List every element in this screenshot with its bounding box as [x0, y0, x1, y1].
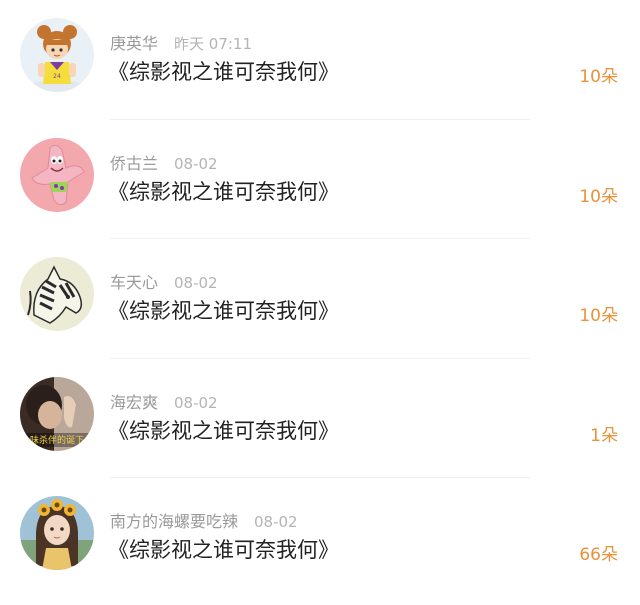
- timestamp: 08-02: [174, 274, 218, 292]
- svg-text:24: 24: [53, 73, 61, 80]
- username[interactable]: 南方的海螺要吃辣: [110, 512, 238, 531]
- book-title[interactable]: 《综影视之谁可奈我何》: [108, 295, 339, 325]
- record-meta: 海宏爽 08-02: [110, 389, 218, 413]
- list-item[interactable]: 南方的海螺要吃辣 08-02 《综影视之谁可奈我何》 66朵: [0, 478, 640, 598]
- patrick-star-avatar-icon: [20, 137, 94, 212]
- list-item[interactable]: 味杀伴的诞下 海宏爽 08-02 《综影视之谁可奈我何》 1朵: [0, 359, 640, 479]
- user-avatar[interactable]: [20, 496, 94, 570]
- user-avatar[interactable]: [20, 137, 94, 212]
- book-title[interactable]: 《综影视之谁可奈我何》: [108, 176, 339, 206]
- timestamp: 08-02: [254, 513, 298, 531]
- gift-record-list: 24 庚英华 昨天 07:11 《综影视之谁可奈我何》 10朵 侨古兰 08-0…: [0, 0, 640, 605]
- flower-count: 10朵: [579, 306, 618, 326]
- book-title[interactable]: 《综影视之谁可奈我何》: [108, 534, 339, 564]
- record-meta: 侨古兰 08-02: [110, 150, 218, 174]
- timestamp: 昨天 07:11: [174, 35, 253, 53]
- list-item[interactable]: 车天心 08-02 《综影视之谁可奈我何》 10朵: [0, 239, 640, 359]
- book-title[interactable]: 《综影视之谁可奈我何》: [108, 415, 339, 445]
- username[interactable]: 庚英华: [110, 34, 158, 53]
- username[interactable]: 车天心: [110, 273, 158, 292]
- record-meta: 庚英华 昨天 07:11: [110, 30, 252, 54]
- user-avatar[interactable]: 味杀伴的诞下: [20, 376, 94, 451]
- flower-count: 10朵: [579, 67, 618, 87]
- photo-person-avatar-icon: 味杀伴的诞下: [20, 376, 94, 451]
- cartoon-girl-basketball-avatar-icon: 24: [20, 18, 94, 92]
- timestamp: 08-02: [174, 154, 218, 173]
- avatar-caption: 味杀伴的诞下: [30, 434, 84, 446]
- zebra-sketch-avatar-icon: [20, 257, 94, 331]
- user-avatar[interactable]: [20, 257, 94, 331]
- user-avatar[interactable]: 24: [20, 18, 94, 92]
- sunflower-girl-avatar-icon: [20, 496, 94, 570]
- username[interactable]: 海宏爽: [110, 393, 158, 412]
- timestamp: 08-02: [174, 393, 218, 412]
- book-title[interactable]: 《综影视之谁可奈我何》: [108, 56, 339, 86]
- flower-count: 66朵: [579, 545, 618, 565]
- username[interactable]: 侨古兰: [110, 154, 158, 173]
- flower-count: 10朵: [579, 186, 618, 207]
- list-item[interactable]: 侨古兰 08-02 《综影视之谁可奈我何》 10朵: [0, 120, 640, 240]
- flower-count: 1朵: [590, 425, 618, 446]
- list-item[interactable]: 24 庚英华 昨天 07:11 《综影视之谁可奈我何》 10朵: [0, 0, 640, 120]
- record-meta: 南方的海螺要吃辣 08-02: [110, 508, 298, 532]
- record-meta: 车天心 08-02: [110, 269, 218, 293]
